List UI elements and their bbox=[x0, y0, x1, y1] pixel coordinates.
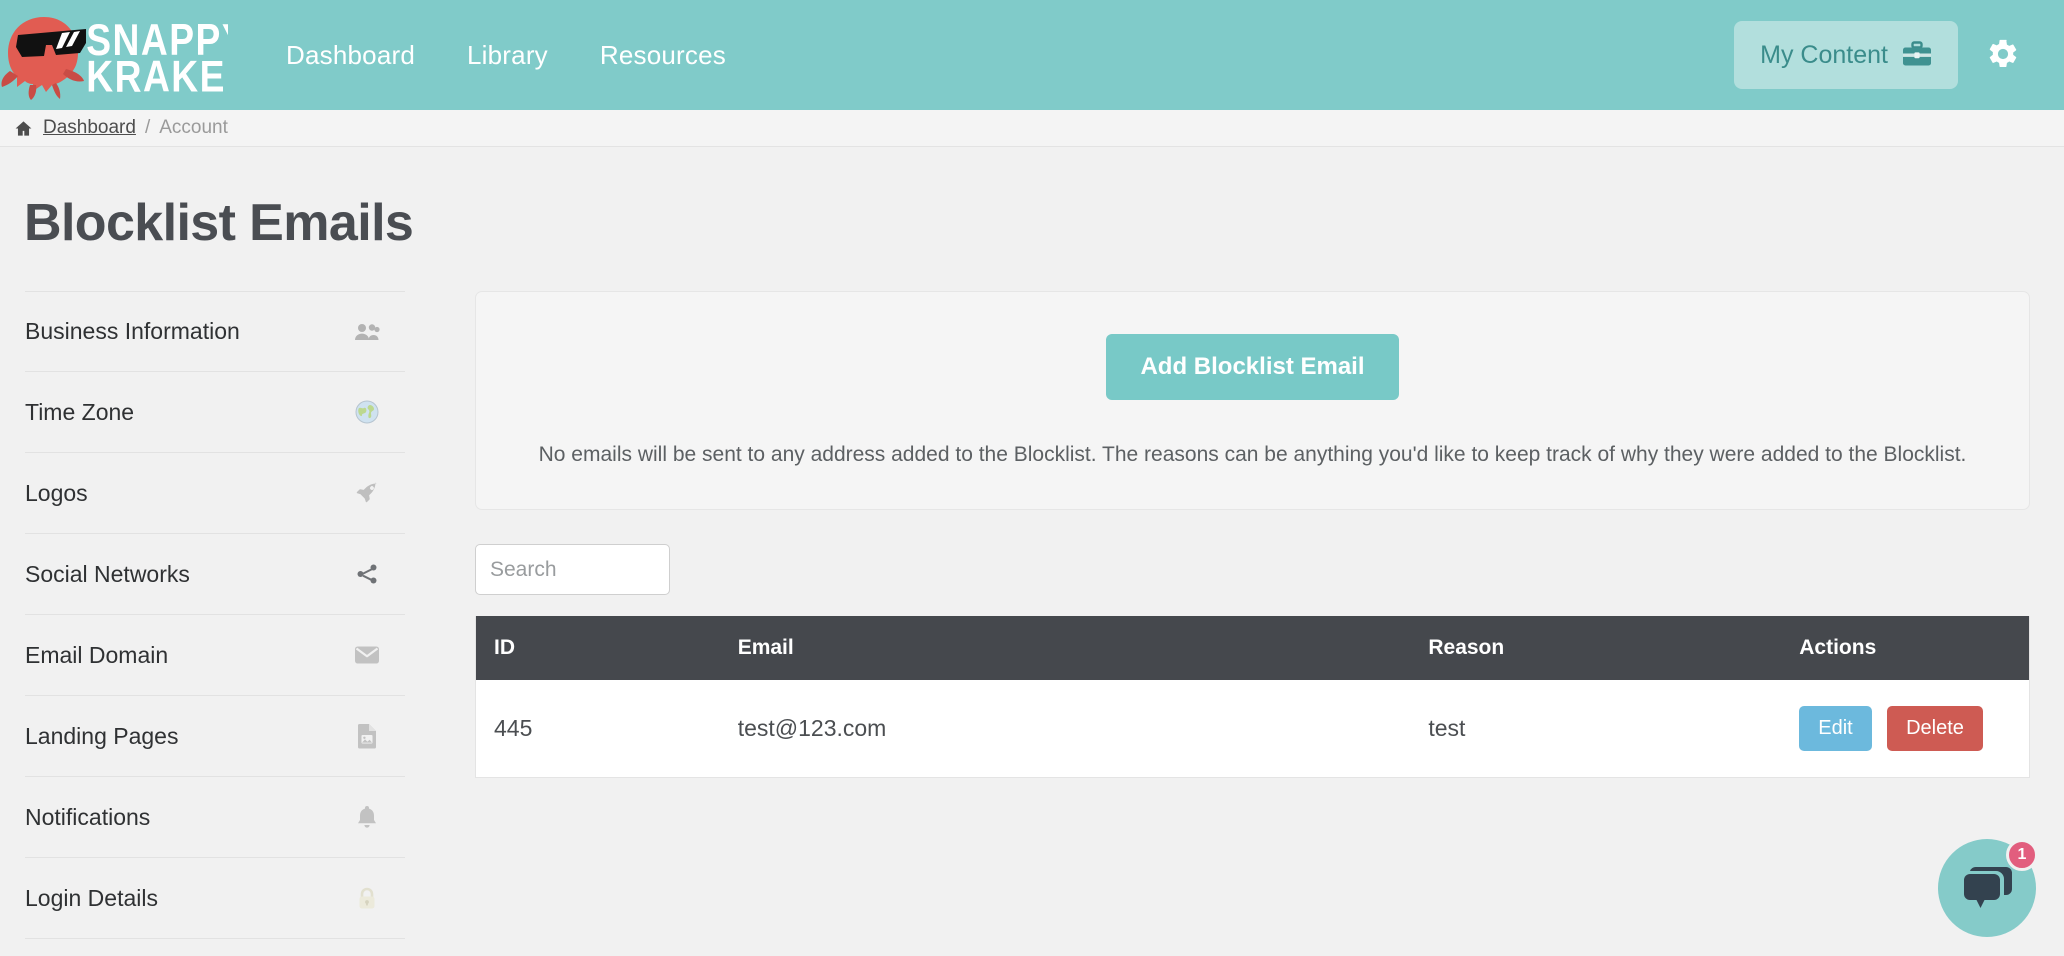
breadcrumb: Dashboard / Account bbox=[0, 110, 2064, 147]
page-content: Business Information Time Zone Logos Soc… bbox=[0, 253, 2064, 939]
edit-button[interactable]: Edit bbox=[1799, 706, 1872, 752]
search-input[interactable] bbox=[475, 544, 670, 596]
sidebar-item-label: Email Domain bbox=[25, 641, 169, 668]
main-nav: Dashboard Library Resources bbox=[286, 40, 726, 71]
my-content-button[interactable]: My Content bbox=[1734, 21, 1958, 89]
column-header-reason: Reason bbox=[1428, 616, 1800, 681]
table-head: ID Email Reason Actions bbox=[475, 616, 2030, 681]
sidebar-item-label: Business Information bbox=[25, 318, 240, 344]
header-actions: My Content bbox=[1734, 21, 2036, 89]
page-root: SNAPPY KRAKEN Dashboard Library Resource… bbox=[0, 0, 2064, 956]
cell-id: 445 bbox=[494, 715, 533, 742]
rocket-icon bbox=[353, 479, 381, 507]
table-header-row: ID Email Reason Actions bbox=[475, 616, 2030, 681]
sidebar-item-notifications[interactable]: Notifications bbox=[25, 777, 405, 858]
sidebar-item-logos[interactable]: Logos bbox=[25, 453, 405, 534]
gear-icon bbox=[1986, 37, 2020, 74]
sidebar-item-business-information[interactable]: Business Information bbox=[25, 291, 405, 372]
home-icon[interactable] bbox=[13, 119, 34, 138]
sidebar-item-login-details[interactable]: Login Details bbox=[25, 858, 405, 939]
sidebar-item-label: Social Networks bbox=[25, 560, 190, 587]
nav-item-resources[interactable]: Resources bbox=[600, 40, 726, 71]
sidebar-item-email-domain[interactable]: Email Domain bbox=[25, 615, 405, 696]
brand-logo[interactable]: SNAPPY KRAKEN bbox=[0, 0, 228, 110]
sidebar-item-label: Time Zone bbox=[25, 398, 135, 425]
delete-button[interactable]: Delete bbox=[1887, 706, 1983, 752]
my-content-label: My Content bbox=[1760, 40, 1888, 69]
svg-text:KRAKEN: KRAKEN bbox=[86, 51, 228, 101]
settings-button[interactable] bbox=[1980, 32, 2026, 78]
info-card: Add Blocklist Email No emails will be se… bbox=[475, 291, 2030, 511]
nav-item-dashboard[interactable]: Dashboard bbox=[286, 40, 415, 71]
search-row bbox=[475, 544, 2030, 596]
bell-icon bbox=[353, 803, 381, 831]
cell-reason: test bbox=[1428, 715, 1466, 742]
column-header-email: Email bbox=[737, 616, 1429, 681]
breadcrumb-current-account: Account bbox=[159, 117, 228, 138]
envelope-icon bbox=[353, 641, 381, 669]
lock-icon bbox=[353, 884, 381, 912]
add-blocklist-email-button[interactable]: Add Blocklist Email bbox=[1106, 334, 1399, 400]
sidebar-item-label: Login Details bbox=[25, 884, 158, 911]
sidebar-item-label: Landing Pages bbox=[25, 722, 179, 749]
sidebar-item-time-zone[interactable]: Time Zone bbox=[25, 372, 405, 453]
breadcrumb-separator: / bbox=[144, 117, 151, 138]
blocklist-panel: Add Blocklist Email No emails will be se… bbox=[405, 291, 2064, 939]
nav-item-library[interactable]: Library bbox=[467, 40, 548, 71]
column-header-id: ID bbox=[475, 616, 738, 681]
breadcrumb-link-dashboard[interactable]: Dashboard bbox=[43, 117, 136, 139]
page-title: Blocklist Emails bbox=[24, 194, 414, 252]
top-navigation-bar: SNAPPY KRAKEN Dashboard Library Resource… bbox=[0, 0, 2064, 110]
sidebar-item-label: Notifications bbox=[25, 803, 151, 830]
cell-email: test@123.com bbox=[737, 715, 887, 742]
cell-actions: Edit Delete bbox=[1799, 680, 2029, 778]
blocklist-table: ID Email Reason Actions 445 test@123.com… bbox=[475, 616, 2030, 779]
share-icon bbox=[353, 560, 381, 588]
sidebar-item-label: Logos bbox=[25, 479, 88, 506]
column-header-actions: Actions bbox=[1799, 616, 2030, 681]
chat-widget-button[interactable]: 1 bbox=[1938, 839, 2038, 937]
blocklist-description: No emails will be sent to any address ad… bbox=[538, 443, 1967, 466]
users-icon bbox=[353, 318, 381, 346]
globe-icon bbox=[353, 398, 381, 426]
image-file-icon bbox=[353, 722, 381, 750]
sidebar-item-landing-pages[interactable]: Landing Pages bbox=[25, 696, 405, 777]
account-settings-sidebar: Business Information Time Zone Logos Soc… bbox=[0, 291, 405, 939]
sidebar-item-social-networks[interactable]: Social Networks bbox=[25, 534, 405, 615]
briefcase-icon bbox=[1902, 40, 1932, 70]
chat-unread-badge: 1 bbox=[2006, 839, 2038, 871]
table-row: 445 test@123.com test Edit Delete bbox=[476, 680, 2030, 778]
table-body: 445 test@123.com test Edit Delete bbox=[476, 680, 2030, 778]
